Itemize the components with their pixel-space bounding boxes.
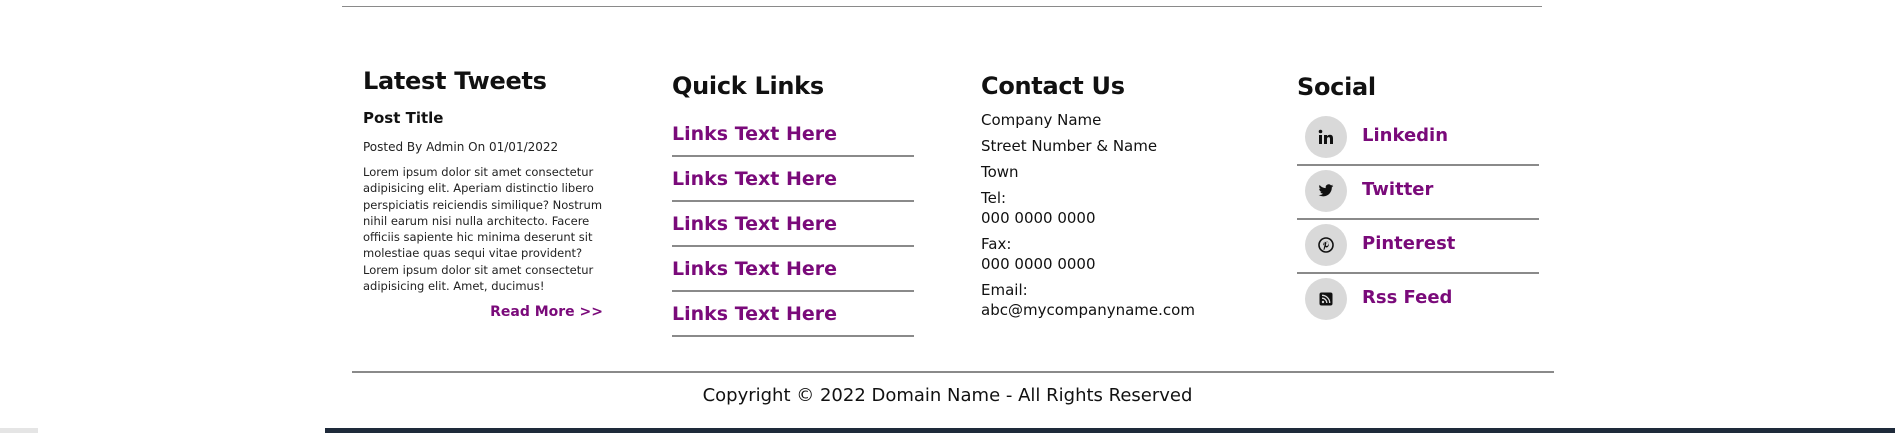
- social-list: Linkedin Twitter Pinterest Rss Feed: [1297, 112, 1539, 326]
- fax-block: Fax: 000 0000 0000: [981, 234, 1241, 274]
- quick-link-item: Links Text Here: [672, 158, 914, 202]
- contact-section: Contact Us Company Name Street Number & …: [981, 66, 1241, 326]
- social-link-label[interactable]: Twitter: [1362, 179, 1433, 200]
- street-address: Street Number & Name: [981, 137, 1158, 155]
- social-link-label[interactable]: Linkedin: [1362, 125, 1448, 146]
- quick-link[interactable]: Links Text Here: [672, 303, 837, 325]
- social-link-label[interactable]: Rss Feed: [1362, 287, 1452, 308]
- quick-link[interactable]: Links Text Here: [672, 168, 837, 190]
- email-address: abc@mycompanyname.com: [981, 301, 1195, 319]
- read-more-link[interactable]: Read More >>: [363, 304, 603, 320]
- quick-links-section: Quick Links Links Text Here Links Text H…: [672, 66, 914, 338]
- social-item-pinterest[interactable]: Pinterest: [1297, 220, 1539, 274]
- pinterest-icon: [1305, 224, 1347, 266]
- social-item-twitter[interactable]: Twitter: [1297, 166, 1539, 220]
- social-link-label[interactable]: Pinterest: [1362, 233, 1455, 254]
- fax-number: 000 0000 0000: [981, 255, 1096, 273]
- latest-tweets-section: Latest Tweets Post Title Posted By Admin…: [363, 66, 603, 320]
- quick-link[interactable]: Links Text Here: [672, 123, 837, 145]
- rss-icon: [1305, 278, 1347, 320]
- quick-link-item: Links Text Here: [672, 293, 914, 337]
- quick-link[interactable]: Links Text Here: [672, 213, 837, 235]
- town: Town: [981, 163, 1019, 181]
- twitter-icon: [1305, 170, 1347, 212]
- post-body: Lorem ipsum dolor sit amet consectetur a…: [363, 165, 603, 294]
- phone-label: Tel:: [981, 189, 1007, 207]
- quick-link-item: Links Text Here: [672, 248, 914, 292]
- quick-link-item: Links Text Here: [672, 203, 914, 247]
- linkedin-icon: [1305, 116, 1347, 158]
- quick-link-item: Links Text Here: [672, 113, 914, 157]
- phone-number: 000 0000 0000: [981, 209, 1096, 227]
- social-heading: Social: [1297, 73, 1376, 101]
- copyright-text: Copyright © 2022 Domain Name - All Right…: [702, 385, 1193, 406]
- quick-links-list: Links Text Here Links Text Here Links Te…: [672, 113, 914, 337]
- quick-link[interactable]: Links Text Here: [672, 258, 837, 280]
- page-bottom-bar: [325, 428, 1895, 433]
- email-label: Email:: [981, 281, 1028, 299]
- company-name: Company Name: [981, 111, 1102, 129]
- post-meta: Posted By Admin On 01/01/2022: [363, 140, 559, 154]
- social-item-linkedin[interactable]: Linkedin: [1297, 112, 1539, 166]
- phone-block: Tel: 000 0000 0000: [981, 188, 1241, 228]
- fax-label: Fax:: [981, 235, 1012, 253]
- contact-details: Company Name Street Number & Name Town T…: [981, 110, 1241, 320]
- page-bottom-strip-left: [0, 428, 38, 433]
- footer-divider: [352, 371, 1554, 373]
- social-item-rss[interactable]: Rss Feed: [1297, 274, 1539, 326]
- latest-tweets-heading: Latest Tweets: [363, 67, 547, 95]
- top-divider: [342, 6, 1542, 7]
- post-title: Post Title: [363, 109, 444, 127]
- contact-heading: Contact Us: [981, 72, 1125, 100]
- social-section: Social Linkedin Twitter Pinterest Rss Fe…: [1297, 66, 1539, 326]
- quick-links-heading: Quick Links: [672, 72, 824, 100]
- email-block: Email: abc@mycompanyname.com: [981, 280, 1241, 320]
